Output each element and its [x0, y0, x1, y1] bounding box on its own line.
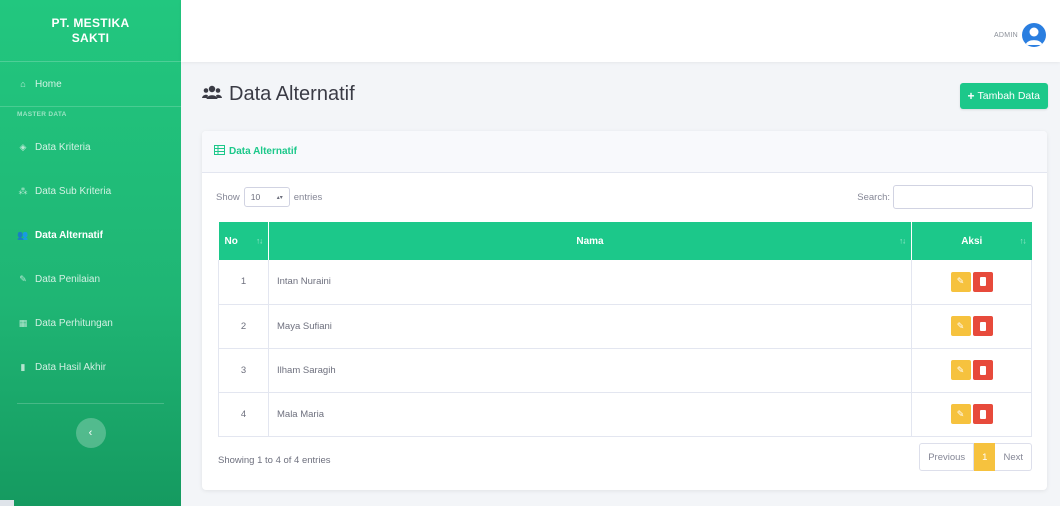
cubes-icon: ⁂: [18, 185, 28, 196]
edit-button[interactable]: ✎: [950, 316, 971, 336]
row-nama: Maya Sufiani: [268, 304, 912, 348]
row-number: 4: [218, 392, 269, 436]
row-actions: ✎: [911, 348, 1032, 392]
sidebar-item-data-hasil-akhir[interactable]: ▮ Data Hasil Akhir: [0, 345, 181, 389]
edit-icon: ✎: [19, 273, 27, 284]
edit-button[interactable]: ✎: [950, 360, 971, 380]
user-avatar-icon: [1022, 23, 1046, 47]
users-icon: [202, 85, 222, 104]
trash-icon: [979, 321, 986, 331]
search-control: Search:: [857, 185, 1033, 209]
trash-icon: [979, 365, 986, 375]
sidebar-item-label: Home: [35, 78, 62, 90]
home-icon: ⌂: [20, 79, 26, 89]
sidebar-item-data-sub-kriteria[interactable]: ⁂ Data Sub Kriteria: [0, 169, 181, 213]
sidebar-item-data-alternatif[interactable]: 👥 Data Alternatif: [0, 213, 181, 257]
sidebar: PT. MESTIKA SAKTI ⌂ Home MASTER DATA ◈ D…: [0, 0, 181, 506]
edit-button[interactable]: ✎: [950, 404, 971, 424]
table-row: 3 Ilham Saragih ✎: [218, 348, 1032, 392]
sidebar-item-label: Data Perhitungan: [35, 317, 113, 329]
edit-icon: ✎: [956, 320, 965, 331]
row-number: 1: [218, 260, 269, 304]
chevron-left-icon: ‹: [88, 427, 93, 439]
previous-button[interactable]: Previous: [919, 443, 975, 471]
row-actions: ✎: [911, 260, 1032, 304]
card-title: Data Alternatif: [229, 146, 297, 157]
sidebar-heading: MASTER DATA: [17, 111, 67, 118]
edit-icon: ✎: [956, 364, 965, 375]
row-number: 2: [218, 304, 269, 348]
page-button-1[interactable]: 1: [974, 443, 996, 471]
search-input[interactable]: [893, 185, 1033, 209]
data-card: Data Alternatif Show 10 ▴▾ entries Searc…: [202, 131, 1047, 490]
column-header-no[interactable]: No ↑↓: [218, 222, 269, 260]
sidebar-item-label: Data Hasil Akhir: [35, 361, 107, 373]
sidebar-item-label: Data Penilaian: [35, 273, 101, 285]
row-actions: ✎: [911, 392, 1032, 436]
entries-label: entries: [293, 191, 323, 203]
row-nama: Ilham Saragih: [268, 348, 912, 392]
calculator-icon: ▦: [18, 317, 28, 328]
sidebar-item-label: Data Alternatif: [35, 229, 103, 241]
delete-button[interactable]: [972, 360, 993, 380]
page-length-value: 10: [250, 192, 261, 202]
add-data-label: Tambah Data: [977, 90, 1040, 102]
sidebar-item-label: Data Sub Kriteria: [35, 185, 112, 197]
show-label: Show: [216, 191, 240, 203]
page-length-control: Show 10 ▴▾ entries: [216, 187, 322, 207]
alternatif-table: No ↑↓ Nama ↑↓ Aksi ↑↓ 1 Intan Nuraini ✎ …: [218, 222, 1032, 437]
topbar: ADMIN: [181, 0, 1060, 62]
select-arrows-icon: ▴▾: [276, 194, 283, 201]
sidebar-item-home[interactable]: ⌂ Home: [0, 62, 181, 106]
table-row: 2 Maya Sufiani ✎: [218, 304, 1032, 348]
edit-icon: ✎: [956, 408, 965, 419]
table-icon: [214, 145, 225, 158]
brand-line-2: SAKTI: [71, 30, 110, 45]
row-nama: Mala Maria: [268, 392, 912, 436]
sidebar-item-data-perhitungan[interactable]: ▦ Data Perhitungan: [0, 301, 181, 345]
table-controls: Show 10 ▴▾ entries Search:: [216, 185, 1033, 209]
edit-button[interactable]: ✎: [950, 271, 971, 292]
table-info: Showing 1 to 4 of 4 entries: [218, 455, 331, 466]
sidebar-item-data-kriteria[interactable]: ◈ Data Kriteria: [0, 125, 181, 169]
row-nama: Intan Nuraini: [268, 260, 912, 304]
sort-icon: ↑↓: [256, 236, 263, 246]
sidebar-toggle-button[interactable]: ‹: [75, 418, 106, 448]
delete-button[interactable]: [972, 316, 993, 336]
chart-icon: ▮: [20, 361, 26, 372]
row-number: 3: [218, 348, 269, 392]
sidebar-item-data-penilaian[interactable]: ✎ Data Penilaian: [0, 257, 181, 301]
edit-icon: ✎: [956, 276, 965, 287]
brand[interactable]: PT. MESTIKA SAKTI: [0, 0, 181, 62]
delete-button[interactable]: [972, 404, 993, 424]
user-menu[interactable]: ADMIN: [994, 23, 1046, 47]
scroll-to-top-button[interactable]: [0, 500, 14, 506]
card-header: Data Alternatif: [202, 131, 1047, 173]
table-row: 1 Intan Nuraini ✎: [218, 260, 1032, 304]
sidebar-divider: [17, 403, 164, 404]
column-header-aksi[interactable]: Aksi ↑↓: [912, 222, 1032, 260]
sort-icon: ↑↓: [899, 236, 906, 246]
search-label: Search:: [857, 191, 890, 203]
user-name: ADMIN: [993, 31, 1018, 39]
page-title: Data Alternatif: [202, 83, 355, 106]
table-header-row: No ↑↓ Nama ↑↓ Aksi ↑↓: [218, 222, 1032, 260]
column-header-nama[interactable]: Nama ↑↓: [268, 222, 912, 260]
plus-icon: +: [967, 89, 975, 103]
row-actions: ✎: [911, 304, 1032, 348]
table-row: 4 Mala Maria ✎: [218, 392, 1032, 436]
next-button[interactable]: Next: [995, 443, 1032, 471]
trash-icon: [979, 277, 986, 287]
pagination: Previous 1 Next: [919, 443, 1032, 471]
sort-icon: ↑↓: [1019, 236, 1027, 246]
page-length-select[interactable]: 10 ▴▾: [243, 187, 290, 207]
trash-icon: [979, 409, 986, 419]
add-data-button[interactable]: + Tambah Data: [959, 83, 1048, 109]
delete-button[interactable]: [972, 271, 993, 292]
brand-line-1: PT. MESTIKA: [51, 15, 130, 30]
cube-icon: ◈: [19, 141, 27, 152]
sidebar-item-label: Data Kriteria: [35, 141, 91, 153]
page-title-text: Data Alternatif: [229, 83, 355, 105]
users-icon: 👥: [17, 229, 29, 240]
